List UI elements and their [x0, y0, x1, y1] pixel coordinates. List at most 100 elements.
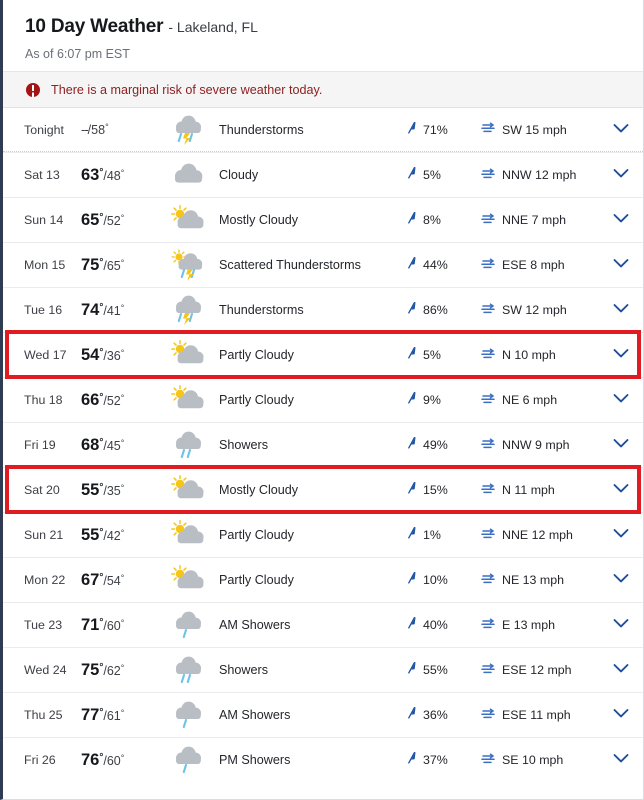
thunderstorms-icon	[161, 114, 213, 146]
forecast-row[interactable]: Thu 18 66°/52° Partly Cloudy 9% NE 6 mph	[3, 377, 643, 422]
forecast-row[interactable]: Thu 25 77°/61° AM Showers 36% ESE 11 mph	[3, 692, 643, 737]
forecast-row[interactable]: Sat 13 63°/48° Cloudy 5% NNW 12 mph	[3, 152, 643, 197]
precipitation-chance: 86%	[407, 301, 481, 319]
wind-info: NNW 12 mph	[481, 167, 599, 184]
chevron-down-icon	[613, 256, 629, 274]
chevron-down-icon	[613, 616, 629, 634]
forecast-row[interactable]: Tue 23 71°/60° AM Showers 40% E 13 mph	[3, 602, 643, 647]
expand-row-button[interactable]	[599, 256, 643, 274]
raindrop-icon	[407, 526, 418, 544]
temp-low: 48	[106, 168, 121, 183]
wind-info: NNE 12 mph	[481, 527, 599, 544]
forecast-row[interactable]: Mon 15 75°/65° Scattered Thunderstorms 44…	[3, 242, 643, 287]
precipitation-value: 86%	[423, 303, 448, 317]
precipitation-chance: 36%	[407, 706, 481, 724]
precipitation-value: 37%	[423, 753, 448, 767]
temp-low: 58	[91, 122, 106, 137]
forecast-row[interactable]: Sun 21 55°/42° Partly Cloudy 1% NNE 12 mp…	[3, 512, 643, 557]
temp-low-degree: °	[105, 121, 109, 132]
wind-info: SW 12 mph	[481, 302, 599, 319]
partly-cloudy-icon	[161, 519, 213, 551]
expand-row-button[interactable]	[599, 661, 643, 679]
forecast-row[interactable]: Wed 24 75°/62° Showers 55% ESE 12 mph	[3, 647, 643, 692]
temp-high: 76	[81, 750, 100, 769]
forecast-row[interactable]: Sat 20 55°/35° Mostly Cloudy 15% N 11 mph	[3, 467, 643, 512]
temp-low-degree: °	[120, 572, 125, 583]
am-showers-icon	[161, 699, 213, 731]
wind-info: ESE 11 mph	[481, 707, 599, 724]
wind-value: NE 6 mph	[502, 393, 558, 407]
forecast-day-label: Sat 13	[24, 168, 60, 182]
precipitation-chance: 15%	[407, 481, 481, 499]
wind-icon	[481, 527, 496, 544]
forecast-row[interactable]: Mon 22 67°/54° Partly Cloudy 10% NE 13 mp…	[3, 557, 643, 602]
wind-value: SW 12 mph	[502, 303, 567, 317]
wind-value: NNE 12 mph	[502, 528, 573, 542]
forecast-row[interactable]: Fri 26 76°/60° PM Showers 37% SE 10 mph	[3, 737, 643, 782]
wind-info: SE 10 mph	[481, 752, 599, 769]
precipitation-chance: 55%	[407, 661, 481, 679]
wind-info: N 11 mph	[481, 482, 599, 499]
forecast-row[interactable]: Wed 17 54°/36° Partly Cloudy 5% N 10 mph	[3, 332, 643, 377]
expand-row-button[interactable]	[599, 391, 643, 409]
expand-row-button[interactable]	[599, 121, 643, 139]
precipitation-chance: 8%	[407, 211, 481, 229]
raindrop-icon	[407, 211, 418, 229]
temp-low: 61	[106, 708, 121, 723]
alert-exclamation-icon	[26, 82, 40, 97]
expand-row-button[interactable]	[599, 751, 643, 769]
wind-value: SW 15 mph	[502, 122, 567, 137]
forecast-temperature: 55°/42°	[81, 526, 161, 545]
wind-icon	[481, 482, 496, 499]
forecast-description: Partly Cloudy	[219, 393, 294, 407]
am-showers-icon	[161, 609, 213, 641]
forecast-row[interactable]: Fri 19 68°/45° Showers 49% NNW 9 mph	[3, 422, 643, 467]
thunderstorms-icon	[161, 294, 213, 326]
forecast-day-label: Tue 16	[24, 303, 63, 317]
forecast-description: Thunderstorms	[219, 303, 304, 317]
precipitation-value: 44%	[423, 258, 448, 272]
temp-high: 54	[81, 345, 100, 364]
temp-high: 55	[81, 525, 100, 544]
chevron-down-icon	[613, 121, 629, 139]
forecast-description: AM Showers	[219, 708, 291, 722]
forecast-description: Showers	[219, 663, 268, 677]
temp-low: 60	[106, 618, 121, 633]
forecast-day-label: Tonight	[24, 122, 64, 137]
forecast-description: Showers	[219, 438, 268, 452]
temp-low: 60	[106, 753, 121, 768]
expand-row-button[interactable]	[599, 616, 643, 634]
forecast-temperature: 63°/48°	[81, 166, 161, 185]
forecast-row[interactable]: Sun 14 65°/52° Mostly Cloudy 8% NNE 7 mph	[3, 197, 643, 242]
precipitation-chance: 5%	[407, 166, 481, 184]
expand-row-button[interactable]	[599, 436, 643, 454]
forecast-row[interactable]: Tonight --/58° Thunderstorms 71% SW 15 mp…	[3, 107, 643, 152]
chevron-down-icon	[613, 571, 629, 589]
temp-low-degree: °	[120, 707, 125, 718]
forecast-temperature: 75°/65°	[81, 256, 161, 275]
expand-row-button[interactable]	[599, 346, 643, 364]
expand-row-button[interactable]	[599, 211, 643, 229]
expand-row-button[interactable]	[599, 571, 643, 589]
pm-showers-icon	[161, 744, 213, 776]
expand-row-button[interactable]	[599, 706, 643, 724]
raindrop-icon	[407, 706, 418, 724]
forecast-temperature: 74°/41°	[81, 301, 161, 320]
precipitation-value: 1%	[423, 528, 441, 542]
expand-row-button[interactable]	[599, 166, 643, 184]
mostly-cloudy-icon	[161, 204, 213, 236]
raindrop-icon	[407, 571, 418, 589]
expand-row-button[interactable]	[599, 301, 643, 319]
temp-low: 52	[106, 393, 121, 408]
expand-row-button[interactable]	[599, 526, 643, 544]
temp-low: 62	[106, 663, 121, 678]
forecast-row[interactable]: Tue 16 74°/41° Thunderstorms 86% SW 12 mp…	[3, 287, 643, 332]
temp-high: 71	[81, 615, 100, 634]
temp-low-degree: °	[120, 212, 125, 223]
severe-weather-alert[interactable]: There is a marginal risk of severe weath…	[3, 71, 643, 107]
forecast-description: Partly Cloudy	[219, 573, 294, 587]
raindrop-icon	[407, 661, 418, 679]
expand-row-button[interactable]	[599, 481, 643, 499]
forecast-day-label: Sat 20	[24, 483, 60, 497]
forecast-description: Partly Cloudy	[219, 528, 294, 542]
